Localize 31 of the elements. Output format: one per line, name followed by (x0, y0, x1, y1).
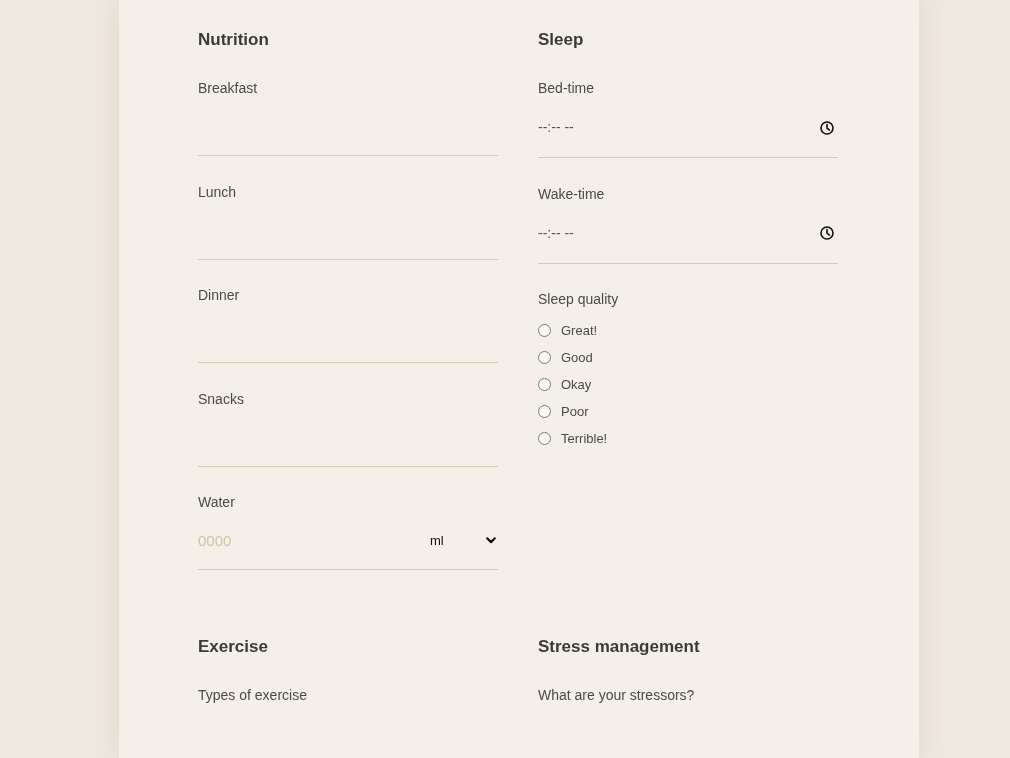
field-label: Water (198, 493, 235, 512)
radio-button[interactable] (538, 432, 551, 445)
radio-label: Great! (561, 321, 598, 340)
field-label: Dinner (198, 286, 240, 305)
radio-button[interactable] (538, 378, 551, 391)
time-input[interactable]: --:-- -- (538, 203, 838, 264)
section-title: Sleep (538, 29, 584, 51)
radio-label: Okay (561, 375, 592, 394)
field-label: Snacks (198, 389, 244, 409)
section-title: Exercise (198, 636, 268, 658)
clock-icon (820, 226, 834, 240)
caret-icon (486, 537, 496, 544)
field-label: Bed-time (538, 79, 595, 98)
section-title: Nutrition (198, 29, 269, 51)
field-label: Breakfast (198, 79, 258, 98)
radio-label: Good (561, 348, 593, 367)
time-input[interactable]: --:-- -- (538, 98, 838, 158)
radio-button[interactable] (538, 405, 551, 418)
radio-label: Poor (561, 402, 589, 421)
field-label: Wake-time (538, 184, 605, 204)
radio-button[interactable] (538, 351, 551, 364)
clock-icon (820, 120, 834, 135)
water-input[interactable]: 0000 (198, 525, 398, 556)
field-label: Types of exercise (198, 686, 307, 705)
field-label: Lunch (198, 182, 237, 202)
field-label: What are your stressors? (538, 686, 695, 705)
radio-label: Terrible! (561, 429, 608, 448)
unit-select[interactable]: ml (430, 527, 498, 554)
section-title: Stress management (538, 636, 700, 658)
radio-button[interactable] (538, 324, 551, 337)
field-label: Sleep quality (538, 290, 619, 309)
